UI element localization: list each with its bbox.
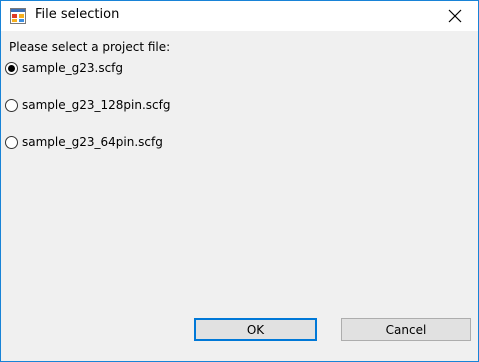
radio-option-sample-g23-128pin[interactable]: sample_g23_128pin.scfg	[5, 96, 170, 114]
ok-button[interactable]: OK	[194, 318, 317, 341]
radio-option-label: sample_g23.scfg	[22, 61, 124, 75]
radio-option-label: sample_g23_128pin.scfg	[22, 98, 171, 112]
title-bar[interactable]: File selection	[1, 1, 478, 31]
file-selection-dialog: File selection Please select a project f…	[0, 0, 479, 362]
window-title: File selection	[35, 7, 120, 22]
cancel-button[interactable]: Cancel	[341, 318, 471, 341]
dialog-body: Please select a project file: sample_g23…	[1, 31, 478, 361]
radio-option-label: sample_g23_64pin.scfg	[22, 135, 163, 149]
radio-button[interactable]	[5, 135, 18, 149]
prompt-label: Please select a project file:	[9, 40, 171, 54]
radio-button-selected[interactable]	[5, 61, 18, 75]
radio-option-sample-g23-64pin[interactable]: sample_g23_64pin.scfg	[5, 133, 163, 151]
close-icon[interactable]	[432, 1, 478, 31]
radio-option-sample-g23[interactable]: sample_g23.scfg	[5, 59, 123, 77]
form-app-icon	[10, 8, 26, 24]
radio-button[interactable]	[5, 98, 18, 112]
